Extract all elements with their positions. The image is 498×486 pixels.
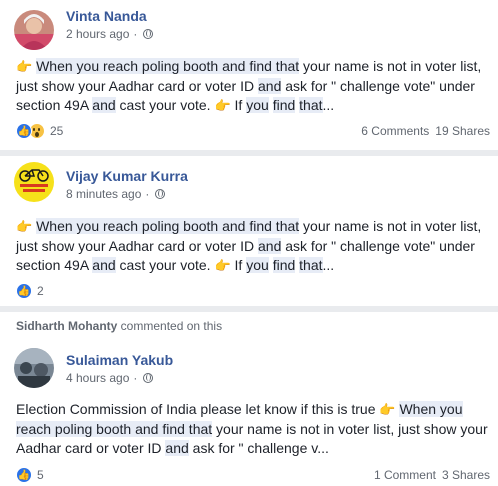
reactions-summary[interactable]: 👍 2 — [16, 283, 44, 299]
post-stats: 6 Comments 19 Shares — [361, 124, 490, 138]
post-text: 👉 When you reach poling booth and find t… — [16, 218, 482, 273]
post-text: 👉 When you reach poling booth and find t… — [16, 58, 482, 113]
word-link[interactable]: and — [258, 77, 282, 94]
reactions-summary[interactable]: 👍 5 — [16, 467, 44, 483]
timestamp-text[interactable]: 2 hours ago — [66, 27, 129, 41]
like-icon: 👍 — [16, 123, 32, 139]
see-more-ellipsis[interactable]: ... — [323, 97, 335, 113]
word-link[interactable]: you — [246, 97, 269, 113]
reaction-count[interactable]: 25 — [50, 124, 63, 138]
pointing-hand-icon: 👉 — [16, 59, 33, 74]
comments-count[interactable]: 1 Comment — [374, 468, 436, 482]
post-stats: 1 Comment 3 Shares — [374, 468, 490, 482]
post-card: Vinta Nanda 2 hours ago · 👉 When you rea… — [0, 0, 498, 150]
post-card: Vijay Kumar Kurra 8 minutes ago · 👉 When… — [0, 156, 498, 306]
hashtag-link[interactable]: When you reach poling booth and find tha… — [36, 58, 300, 74]
comments-count[interactable]: 6 Comments — [361, 124, 429, 138]
reactions-summary[interactable]: 👍 25 — [16, 123, 63, 139]
word-link[interactable]: and — [258, 237, 282, 254]
author-name[interactable]: Vinta Nanda — [66, 8, 147, 24]
hashtag-link[interactable]: When you reach poling booth and find tha… — [36, 218, 300, 234]
word-link[interactable]: find — [272, 257, 296, 273]
globe-icon — [143, 373, 154, 383]
pointing-hand-icon: 👉 — [214, 98, 231, 113]
like-icon: 👍 — [16, 467, 32, 483]
post-timestamp[interactable]: 8 minutes ago · — [66, 187, 166, 201]
pointing-hand-icon: 👉 — [379, 402, 396, 417]
pointing-hand-icon: 👉 — [214, 258, 231, 273]
author-avatar[interactable] — [14, 348, 54, 388]
word-link[interactable]: find — [272, 97, 296, 113]
news-feed: Vinta Nanda 2 hours ago · 👉 When you rea… — [0, 0, 498, 486]
timestamp-text[interactable]: 8 minutes ago — [66, 187, 141, 201]
word-link[interactable]: and — [92, 97, 116, 113]
author-avatar[interactable] — [14, 10, 54, 50]
see-more-ellipsis[interactable]: ... — [317, 440, 329, 456]
word-link[interactable]: and — [92, 257, 116, 273]
activity-context: Sidharth Mohanty commented on this — [16, 319, 223, 333]
post-text: Election Commission of India please let … — [16, 401, 488, 456]
word-link[interactable]: that — [299, 257, 323, 273]
reaction-count[interactable]: 2 — [37, 284, 44, 298]
word-link[interactable]: and — [165, 440, 189, 456]
post-card: Sidharth Mohanty commented on this Sulai… — [0, 312, 498, 486]
post-timestamp[interactable]: 2 hours ago · — [66, 27, 154, 41]
reaction-count[interactable]: 5 — [37, 468, 44, 482]
pointing-hand-icon: 👉 — [16, 219, 33, 234]
shares-count[interactable]: 19 Shares — [435, 124, 490, 138]
author-avatar[interactable] — [14, 162, 54, 202]
like-icon: 👍 — [16, 283, 32, 299]
author-name[interactable]: Vijay Kumar Kurra — [66, 168, 188, 184]
globe-icon — [143, 29, 154, 39]
context-user[interactable]: Sidharth Mohanty — [16, 319, 117, 333]
word-link[interactable]: you — [246, 257, 269, 273]
author-name[interactable]: Sulaiman Yakub — [66, 352, 173, 368]
timestamp-text[interactable]: 4 hours ago — [66, 371, 129, 385]
word-link[interactable]: that — [299, 97, 323, 113]
post-timestamp[interactable]: 4 hours ago · — [66, 371, 154, 385]
globe-icon — [155, 189, 166, 199]
shares-count[interactable]: 3 Shares — [442, 468, 490, 482]
see-more-ellipsis[interactable]: ... — [323, 257, 335, 273]
